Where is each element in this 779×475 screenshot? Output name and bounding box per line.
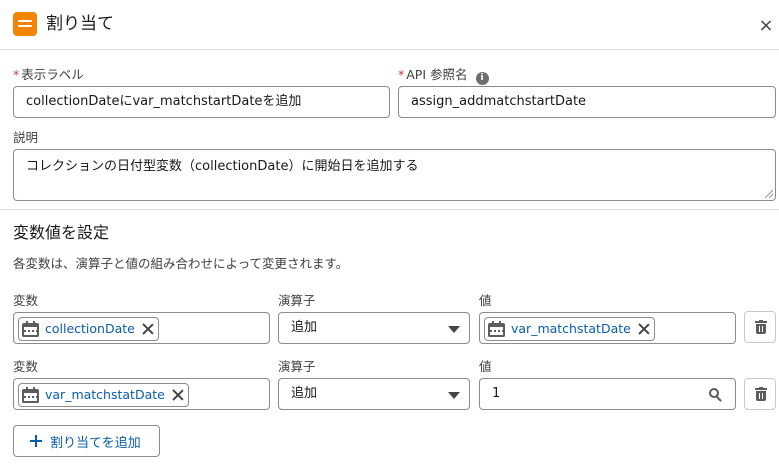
remove-pill-icon[interactable] — [142, 323, 154, 335]
value-label: 値 — [479, 293, 492, 308]
value-combobox[interactable]: var_matchstatDate — [479, 312, 736, 344]
value-text: 1 — [492, 386, 501, 401]
close-icon[interactable]: × — [756, 16, 776, 36]
variable-label: 変数 — [13, 293, 39, 308]
variable-label: 変数 — [13, 359, 39, 374]
variable-pill: collectionDate — [18, 317, 159, 341]
operator-label: 演算子 — [278, 359, 316, 374]
remove-pill-icon[interactable] — [172, 389, 184, 401]
chevron-down-icon — [448, 392, 460, 399]
search-icon — [709, 388, 723, 402]
operator-value: 追加 — [291, 320, 318, 335]
resize-handle-icon[interactable] — [765, 190, 773, 198]
api-name-label-text: API 参照名 — [406, 67, 468, 82]
add-assignment-label: 割り当てを追加 — [50, 435, 141, 451]
delete-row-button[interactable] — [744, 311, 776, 343]
delete-row-button[interactable] — [744, 378, 776, 410]
remove-pill-icon[interactable] — [638, 323, 650, 335]
section-title: 変数値を設定 — [13, 223, 110, 242]
pill-label: collectionDate — [45, 321, 135, 336]
section-description: 各変数は、演算子と値の組み合わせによって変更されます。 — [13, 256, 349, 271]
api-name-input[interactable]: assign_addmatchstartDate — [398, 86, 776, 118]
operator-label: 演算子 — [278, 293, 316, 308]
variable-combobox[interactable]: collectionDate — [13, 312, 270, 344]
calendar-icon — [488, 321, 505, 337]
value-pill: var_matchstatDate — [484, 317, 655, 341]
description-text: コレクションの日付型変数（collectionDate）に開始日を追加する — [26, 159, 419, 174]
variable-pill: var_matchstatDate — [18, 383, 189, 407]
required-mark: * — [398, 67, 405, 82]
plus-icon — [30, 435, 42, 447]
assignment-icon — [13, 12, 37, 36]
required-mark: * — [13, 67, 20, 82]
description-label: 説明 — [13, 130, 39, 145]
trash-icon — [755, 387, 767, 402]
operator-value: 追加 — [291, 386, 318, 401]
value-input[interactable]: 1 — [479, 378, 736, 410]
pill-label: var_matchstatDate — [511, 321, 631, 336]
modal-header — [0, 0, 779, 50]
operator-select[interactable]: 追加 — [278, 378, 470, 410]
variable-combobox[interactable]: var_matchstatDate — [13, 378, 270, 410]
api-name-label: * API 参照名 i — [398, 67, 489, 85]
operator-select[interactable]: 追加 — [278, 312, 470, 344]
calendar-icon — [22, 321, 39, 337]
pill-label: var_matchstatDate — [45, 387, 165, 402]
info-icon[interactable]: i — [475, 72, 489, 85]
calendar-icon — [22, 387, 39, 403]
value-label: 値 — [479, 359, 492, 374]
label-input[interactable]: collectionDateにvar_matchstartDateを追加 — [13, 86, 390, 118]
chevron-down-icon — [448, 326, 460, 333]
label-field-label-text: 表示ラベル — [21, 67, 84, 82]
page-title: 割り当て — [46, 14, 114, 34]
add-assignment-button[interactable]: 割り当てを追加 — [13, 425, 160, 457]
trash-icon — [755, 320, 767, 335]
divider — [0, 209, 779, 210]
label-field-label: * 表示ラベル — [13, 67, 84, 83]
description-textarea[interactable]: コレクションの日付型変数（collectionDate）に開始日を追加する — [13, 149, 776, 201]
